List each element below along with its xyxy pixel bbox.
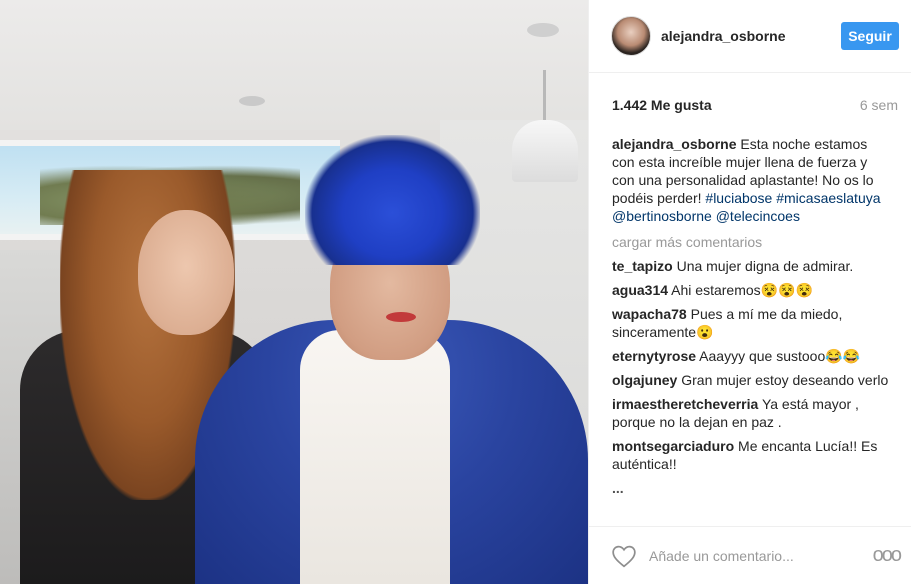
comment: ...: [612, 479, 893, 497]
hashtag-link[interactable]: #micasaeslatuya: [776, 190, 880, 206]
post-photo[interactable]: [0, 0, 588, 584]
pendant-lamp: [512, 120, 578, 182]
caption-username[interactable]: alejandra_osborne: [612, 136, 737, 152]
comment-username[interactable]: te_tapizo: [612, 258, 673, 274]
comment: montsegarciaduro Me encanta Lucía!! Es a…: [612, 437, 893, 473]
comment-username[interactable]: ...: [612, 480, 624, 496]
comment-username[interactable]: olgajuney: [612, 372, 677, 388]
person-right-blue-hair: [305, 135, 480, 265]
ceiling: [0, 0, 588, 130]
comment-username[interactable]: agua314: [612, 282, 668, 298]
comment-text: Gran mujer estoy deseando verlo: [677, 372, 889, 388]
mention-link[interactable]: @bertinosborne: [612, 208, 712, 224]
like-count[interactable]: 1.442 Me gusta: [612, 97, 712, 135]
author-username[interactable]: alejandra_osborne: [661, 28, 841, 44]
comment-username[interactable]: eternytyrose: [612, 348, 696, 364]
post-footer: Añade un comentario... ooo: [589, 526, 911, 584]
lamp-cord: [543, 70, 546, 125]
comment: olgajuney Gran mujer estoy deseando verl…: [612, 371, 893, 389]
comment-text: Aaayyy que sustooo😂😂: [696, 348, 861, 364]
load-more-comments[interactable]: cargar más comentarios: [612, 233, 893, 251]
ceiling-spotlight: [527, 23, 559, 37]
comment-username[interactable]: montsegarciaduro: [612, 438, 734, 454]
comment: agua314 Ahi estaremos😵😵😵: [612, 281, 893, 299]
comment: te_tapizo Una mujer digna de admirar.: [612, 257, 893, 275]
post-sidebar: alejandra_osborne Seguir 1.442 Me gusta …: [588, 0, 911, 584]
post-time[interactable]: 6 sem: [860, 97, 898, 135]
comment: irmaestheretcheverria Ya está mayor , po…: [612, 395, 893, 431]
comments-list[interactable]: alejandra_osborne Esta noche estamos con…: [589, 135, 911, 525]
white-blouse: [300, 330, 450, 584]
comment: wapacha78 Pues a mí me da miedo, sincera…: [612, 305, 893, 341]
post-header: alejandra_osborne Seguir: [589, 0, 911, 73]
comment-text: Una mujer digna de admirar.: [672, 258, 854, 274]
comment-text: Ahi estaremos😵😵😵: [668, 282, 813, 298]
follow-button[interactable]: Seguir: [841, 22, 899, 50]
post-meta: 1.442 Me gusta 6 sem: [589, 73, 911, 135]
ceiling-spotlight: [239, 96, 265, 106]
person-left-face: [138, 210, 234, 335]
heart-outline-icon[interactable]: [611, 544, 637, 568]
more-options-icon[interactable]: ooo: [873, 544, 902, 567]
hashtag-link[interactable]: #luciabose: [705, 190, 772, 206]
comment-username[interactable]: wapacha78: [612, 306, 687, 322]
add-comment-input[interactable]: Añade un comentario...: [649, 548, 873, 564]
mention-link[interactable]: @telecincoes: [716, 208, 800, 224]
comment: eternytyrose Aaayyy que sustooo😂😂: [612, 347, 893, 365]
avatar[interactable]: [611, 16, 651, 56]
instagram-post: alejandra_osborne Seguir 1.442 Me gusta …: [0, 0, 911, 584]
red-lips: [386, 312, 416, 322]
post-caption: alejandra_osborne Esta noche estamos con…: [612, 135, 893, 225]
comment-username[interactable]: irmaestheretcheverria: [612, 396, 758, 412]
